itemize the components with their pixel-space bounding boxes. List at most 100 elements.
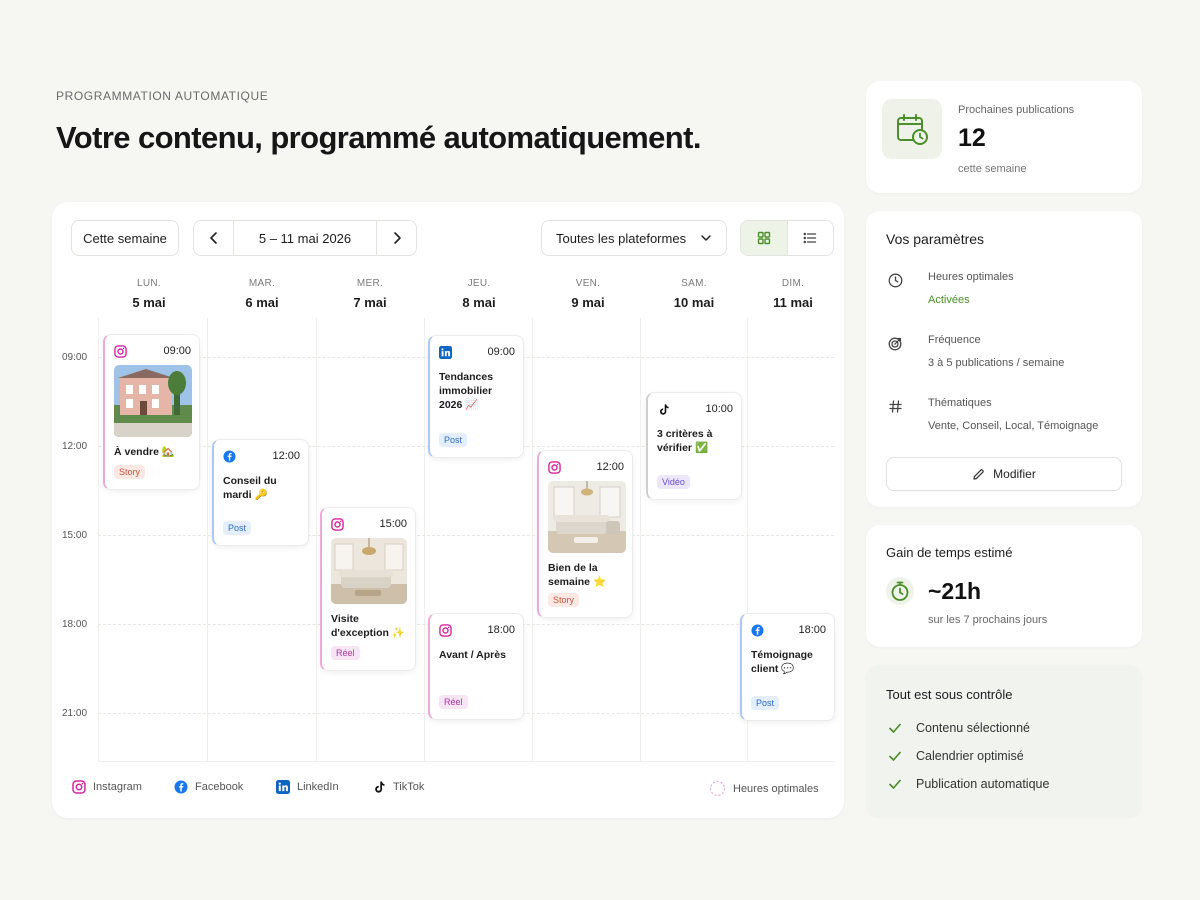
stopwatch-icon bbox=[891, 581, 909, 601]
tiktok-icon bbox=[659, 403, 669, 415]
tiktok-icon bbox=[375, 781, 385, 793]
day-of-week: MER. bbox=[356, 278, 384, 289]
setting-label: Thématiques bbox=[928, 397, 992, 409]
event-time: 09:00 bbox=[163, 345, 191, 357]
event-title: Tendances immobilier 2026 📈 bbox=[439, 371, 494, 411]
day-of-week: JEU. bbox=[467, 278, 491, 289]
platform-filter-value: Toutes les plateformes bbox=[556, 230, 687, 246]
calendar-card: Cette semaine 5 – 11 mai 2026 Toutes les… bbox=[52, 202, 844, 818]
setting-label: Fréquence bbox=[928, 334, 981, 346]
time-label: 09:00 bbox=[62, 352, 88, 363]
day-of-week: DIM. bbox=[781, 278, 805, 289]
grid-view-button[interactable] bbox=[741, 221, 787, 255]
instagram-icon bbox=[548, 460, 561, 474]
control-item: Publication automatique bbox=[888, 777, 1049, 791]
event-card[interactable]: 12:00 Bien de la semaine ⭐ Story bbox=[537, 450, 633, 618]
day-date: 8 mai bbox=[462, 295, 496, 310]
event-tag: Post bbox=[439, 433, 468, 447]
modify-label: Modifier bbox=[993, 467, 1036, 481]
instagram-icon bbox=[331, 517, 344, 531]
clock-icon bbox=[888, 273, 903, 288]
check-icon bbox=[889, 723, 901, 733]
event-card[interactable]: 09:00 À vendre 🏡 Story bbox=[103, 334, 200, 490]
legend-label: Instagram bbox=[93, 781, 142, 793]
legend-label: Heures optimales bbox=[733, 782, 819, 795]
time-label: 12:00 bbox=[62, 441, 88, 452]
platform-filter-select[interactable]: Toutes les plateformes bbox=[541, 220, 727, 256]
event-title: Conseil du mardi 🔑 bbox=[223, 475, 277, 501]
day-date: 6 mai bbox=[245, 295, 279, 310]
event-tag: Réel bbox=[439, 695, 468, 709]
facebook-icon bbox=[751, 623, 764, 637]
day-of-week: LUN. bbox=[137, 278, 161, 289]
event-card[interactable]: 18:00 Témoignage client 💬 Post bbox=[740, 613, 835, 721]
upcoming-count: 12 bbox=[958, 124, 986, 152]
legend-label: TikTok bbox=[393, 781, 425, 793]
pencil-icon bbox=[973, 468, 984, 480]
event-card[interactable]: 18:00 Avant / Après Réel bbox=[428, 613, 524, 720]
control-item: Calendrier optimisé bbox=[888, 749, 1024, 763]
setting-value: Activées bbox=[928, 294, 970, 306]
event-title: Visite d'exception ✨ bbox=[331, 613, 405, 639]
event-image bbox=[331, 538, 407, 604]
date-range: 5 – 11 mai 2026 bbox=[258, 230, 352, 246]
event-image bbox=[548, 481, 626, 553]
list-icon bbox=[803, 232, 817, 244]
event-card[interactable]: 15:00 Visite d'exception ✨ Réel bbox=[320, 507, 416, 671]
page-title: Votre contenu, programmé automatiquement… bbox=[56, 120, 701, 155]
day-header-tue: MAR. 6 mai bbox=[208, 278, 316, 310]
view-toggle bbox=[740, 220, 834, 256]
prev-week-button[interactable] bbox=[194, 221, 234, 255]
chevron-right-icon bbox=[393, 232, 401, 244]
legend-tiktok: TikTok bbox=[372, 780, 424, 794]
legend-instagram: Instagram bbox=[72, 780, 142, 794]
upcoming-card: Prochaines publications 12 cette semaine bbox=[866, 81, 1142, 193]
instagram-icon bbox=[439, 623, 452, 637]
dashed-circle-icon bbox=[709, 780, 726, 797]
check-icon bbox=[889, 751, 901, 761]
settings-card: Vos paramètres Heures optimales Activées… bbox=[866, 211, 1142, 507]
event-title: À vendre 🏡 bbox=[114, 446, 175, 458]
day-date: 9 mai bbox=[571, 295, 605, 310]
legend-facebook: Facebook bbox=[174, 780, 243, 794]
next-week-button[interactable] bbox=[376, 221, 416, 255]
settings-title: Vos paramètres bbox=[886, 231, 985, 247]
setting-value: 3 à 5 publications / semaine bbox=[928, 357, 1065, 369]
event-tag: Post bbox=[751, 696, 780, 710]
event-time: 12:00 bbox=[596, 461, 624, 473]
list-view-button[interactable] bbox=[786, 221, 834, 255]
grid-icon bbox=[757, 231, 770, 245]
day-of-week: SAM. bbox=[681, 278, 707, 289]
chevron-down-icon bbox=[701, 235, 711, 241]
event-time: 10:00 bbox=[705, 403, 733, 415]
event-tag: Post bbox=[223, 521, 252, 535]
linkedin-icon bbox=[439, 345, 452, 359]
day-date: 11 mai bbox=[773, 295, 813, 310]
time-label: 21:00 bbox=[62, 708, 88, 719]
day-header-fri: VEN. 9 mai bbox=[534, 278, 642, 310]
day-header-sun: DIM. 11 mai bbox=[739, 278, 847, 310]
event-tag: Story bbox=[114, 465, 146, 479]
control-item-label: Publication automatique bbox=[916, 777, 1050, 791]
eyebrow-label: PROGRAMMATION AUTOMATIQUE bbox=[56, 89, 269, 103]
event-time: 09:00 bbox=[487, 346, 515, 358]
event-card[interactable]: 10:00 3 critères à vérifier ✅ Vidéo bbox=[646, 392, 742, 500]
setting-value: Vente, Conseil, Local, Témoignage bbox=[928, 420, 1099, 432]
calendar-clock-icon bbox=[897, 114, 928, 145]
day-of-week: MAR. bbox=[248, 278, 276, 289]
day-header-wed: MER. 7 mai bbox=[316, 278, 424, 310]
legend-linkedin: LinkedIn bbox=[276, 780, 339, 794]
facebook-icon bbox=[223, 449, 236, 463]
event-card[interactable]: 09:00 Tendances immobilier 2026 📈 Post bbox=[428, 335, 524, 458]
calendar-clock-badge bbox=[882, 99, 942, 159]
control-item: Contenu sélectionné bbox=[888, 721, 1030, 735]
check-icon bbox=[889, 779, 901, 789]
day-header-sat: SAM. 10 mai bbox=[640, 278, 748, 310]
control-title: Tout est sous contrôle bbox=[886, 687, 1013, 702]
modify-settings-button[interactable]: Modifier bbox=[886, 457, 1122, 491]
chevron-left-icon bbox=[209, 232, 217, 244]
event-time: 15:00 bbox=[379, 518, 407, 530]
event-card[interactable]: 12:00 Conseil du mardi 🔑 Post bbox=[212, 439, 309, 546]
time-saved-title: Gain de temps estimé bbox=[886, 545, 1013, 560]
this-week-button[interactable]: Cette semaine bbox=[71, 220, 179, 256]
